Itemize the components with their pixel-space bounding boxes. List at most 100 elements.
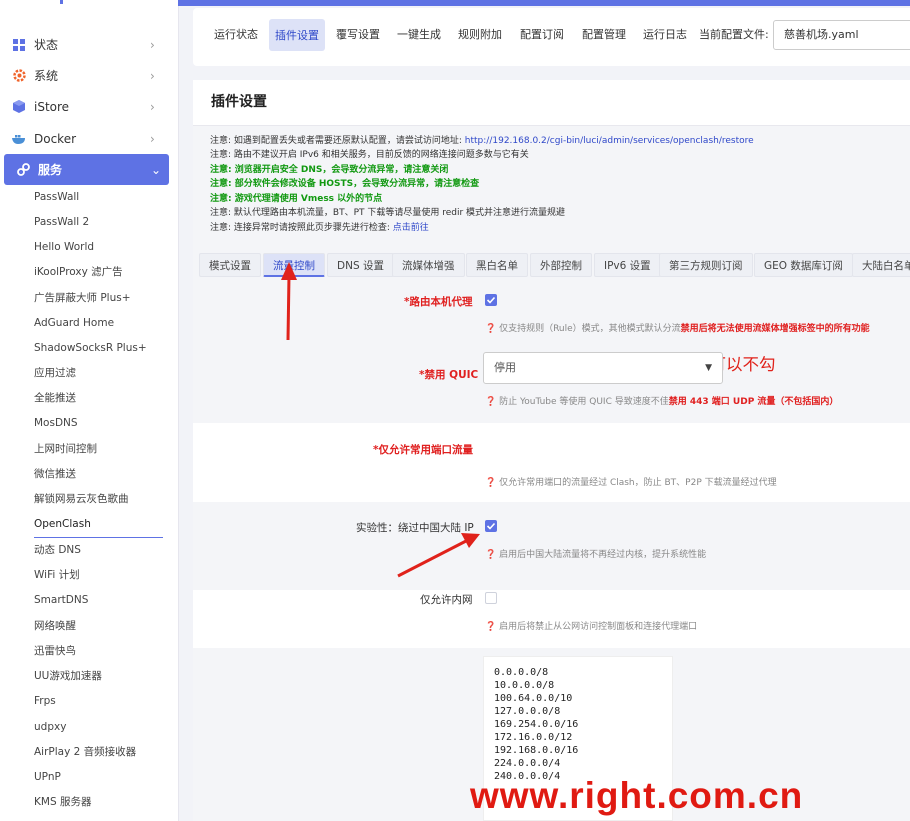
ip-entry: 100.64.0.0/10 (494, 693, 573, 704)
ip-entry: 169.254.0.0/16 (494, 719, 579, 730)
help-icon: ❓ (485, 324, 500, 334)
help-icon: ❓ (485, 622, 500, 632)
sidebar-subitem[interactable]: 广告屏蔽大师 Plus+ (34, 288, 131, 308)
logo-fragment-icon (60, 0, 63, 4)
sidebar-item-label: 系统 (34, 69, 59, 83)
sidebar-item-services[interactable]: 服务 ⌄ (4, 154, 169, 185)
disable-quic-label: *禁用 QUIC (419, 369, 479, 381)
tab-cn-whitelist[interactable]: 大陆白名单 (852, 253, 910, 277)
route-local-help: ❓ 仅支持规则（Rule）模式，其他模式默认分流禁用后将无法使用流媒体增强标签中… (485, 324, 870, 334)
sidebar-item-label: 服务 (38, 163, 63, 177)
docker-icon (12, 132, 26, 146)
nav-override-settings[interactable]: 覆写设置 (336, 26, 380, 42)
settings-tabs: 模式设置 流量控制 DNS 设置 流媒体增强 黑白名单 外部控制 IPv6 设置… (193, 249, 910, 281)
note-restore: 注意: 如遇到配置丢失或者需要还原默认配置，请尝试访问地址: http://19… (210, 136, 754, 146)
route-local-label: *路由本机代理 (404, 296, 473, 308)
sidebar-subitem[interactable]: 应用过滤 (34, 363, 76, 383)
nav-config-manage[interactable]: 配置管理 (582, 26, 626, 42)
help-icon: ❓ (485, 478, 500, 488)
sidebar-subitem[interactable]: Frps (34, 691, 56, 711)
sidebar-subitem[interactable]: MosDNS (34, 413, 78, 433)
nav-run-status[interactable]: 运行状态 (214, 26, 258, 42)
ip-entry: 172.16.0.0/12 (494, 732, 573, 743)
page-title: 插件设置 (211, 94, 267, 110)
sidebar-subitem[interactable]: SmartDNS (34, 590, 88, 610)
chevron-right-icon: › (150, 37, 155, 52)
tab-external-control[interactable]: 外部控制 (530, 253, 592, 277)
sidebar-item-label: Docker (34, 131, 77, 146)
check-icon (486, 522, 496, 530)
ip-entry: 0.0.0.0/8 (494, 667, 549, 678)
tab-traffic-control[interactable]: 流量控制 (263, 253, 325, 277)
sidebar-subitem[interactable]: PassWall 2 (34, 212, 89, 232)
sidebar-subitem[interactable]: 迅雷快鸟 (34, 641, 76, 661)
lan-only-checkbox[interactable] (485, 592, 497, 604)
note-check: 注意: 连接异常时请按照此页步骤先进行检查: 点击前往 (210, 223, 429, 233)
sidebar: 状态 › 系统 › iStore › Docker › 服务 ⌄ PassWal… (0, 0, 179, 821)
sidebar-subitem[interactable]: iKoolProxy 滤广告 (34, 262, 123, 282)
sidebar-item-istore[interactable]: iStore › (0, 91, 178, 122)
settings-panel: 插件设置 注意: 如遇到配置丢失或者需要还原默认配置，请尝试访问地址: http… (193, 80, 910, 821)
chevron-down-icon: ⌄ (151, 162, 162, 177)
dashboard-icon (12, 38, 26, 52)
tab-geo-database[interactable]: GEO 数据库订阅 (754, 253, 853, 277)
tab-blackwhite[interactable]: 黑白名单 (466, 253, 528, 277)
sidebar-subitem[interactable]: 动态 DNS (34, 540, 81, 560)
sidebar-subitem[interactable]: 微信推送 (34, 464, 76, 484)
restore-link[interactable]: http://192.168.0.2/cgi-bin/luci/admin/se… (465, 136, 754, 146)
sidebar-subitem[interactable]: 全能推送 (34, 388, 76, 408)
tab-third-party-rules[interactable]: 第三方规则订阅 (659, 253, 753, 277)
ip-entry: 224.0.0.0/4 (494, 758, 561, 769)
sidebar-subitem[interactable]: 上网时间控制 (34, 439, 97, 459)
tab-dns-settings[interactable]: DNS 设置 (327, 253, 394, 277)
nav-rule-append[interactable]: 规则附加 (458, 26, 502, 42)
sidebar-item-status[interactable]: 状态 › (0, 29, 178, 60)
ip-entry: 10.0.0.0/8 (494, 680, 555, 691)
sidebar-subitem[interactable]: PassWall (34, 187, 79, 207)
sidebar-subitem[interactable]: udpxy (34, 717, 66, 737)
sidebar-subitem[interactable]: ShadowSocksR Plus+ (34, 338, 147, 358)
sidebar-subitem[interactable]: AirPlay 2 音频接收器 (34, 742, 136, 762)
nav-config-subscribe[interactable]: 配置订阅 (520, 26, 564, 42)
row-bg-bypass (193, 502, 910, 590)
caret-down-icon: ▼ (705, 363, 712, 373)
chevron-right-icon: › (150, 99, 155, 114)
chevron-right-icon: › (150, 68, 155, 83)
nav-one-click[interactable]: 一键生成 (397, 26, 441, 42)
tab-streaming[interactable]: 流媒体增强 (392, 253, 465, 277)
config-file-select[interactable]: 慈善机场.yaml (773, 20, 910, 50)
sidebar-subitem[interactable]: UU游戏加速器 (34, 666, 102, 686)
link-icon (16, 163, 30, 177)
common-ports-help: ❓ 仅允许常用端口的流量经过 Clash，防止 BT、P2P 下载流量经过代理 (485, 478, 777, 488)
config-file-label: 当前配置文件: (699, 28, 769, 41)
sidebar-subitem[interactable]: 网络唤醒 (34, 616, 76, 636)
sidebar-item-docker[interactable]: Docker › (0, 123, 178, 154)
help-icon: ❓ (485, 397, 500, 407)
help-icon: ❓ (485, 550, 500, 560)
active-underline (34, 537, 163, 538)
route-local-checkbox[interactable] (485, 294, 497, 306)
sidebar-item-system[interactable]: 系统 › (0, 60, 178, 91)
nav-run-log[interactable]: 运行日志 (643, 26, 687, 42)
sidebar-subitem[interactable]: OpenClash (34, 514, 91, 534)
ip-entry: 192.168.0.0/16 (494, 745, 579, 756)
watermark: www.right.com.cn (470, 775, 804, 816)
nav-plugin-settings[interactable]: 插件设置 (269, 19, 325, 51)
bypass-cn-checkbox[interactable] (485, 520, 497, 532)
sidebar-subitem[interactable]: 解锁网易云灰色歌曲 (34, 489, 129, 509)
note-redir: 注意: 默认代理路由本机流量，BT、PT 下载等请尽量使用 redir 模式并注… (210, 208, 566, 218)
top-nav: 运行状态 插件设置 覆写设置 一键生成 规则附加 配置订阅 配置管理 运行日志 … (193, 8, 910, 66)
sidebar-subitem[interactable]: AdGuard Home (34, 313, 114, 333)
check-link[interactable]: 点击前往 (393, 223, 429, 233)
sidebar-item-label: 状态 (34, 38, 59, 52)
tab-ipv6-settings[interactable]: IPv6 设置 (594, 253, 661, 277)
cube-icon (12, 100, 26, 114)
check-icon (486, 296, 496, 304)
common-ports-select[interactable]: 停用 ▼ (483, 352, 723, 384)
sidebar-subitem[interactable]: Hello World (34, 237, 94, 257)
sidebar-subitem[interactable]: UPnP (34, 767, 61, 787)
sidebar-subitem[interactable]: WiFi 计划 (34, 565, 80, 585)
sidebar-subitem[interactable]: KMS 服务器 (34, 792, 91, 812)
tab-mode-settings[interactable]: 模式设置 (199, 253, 261, 277)
bypass-cn-label: 实验性：绕过中国大陆 IP (356, 522, 474, 534)
